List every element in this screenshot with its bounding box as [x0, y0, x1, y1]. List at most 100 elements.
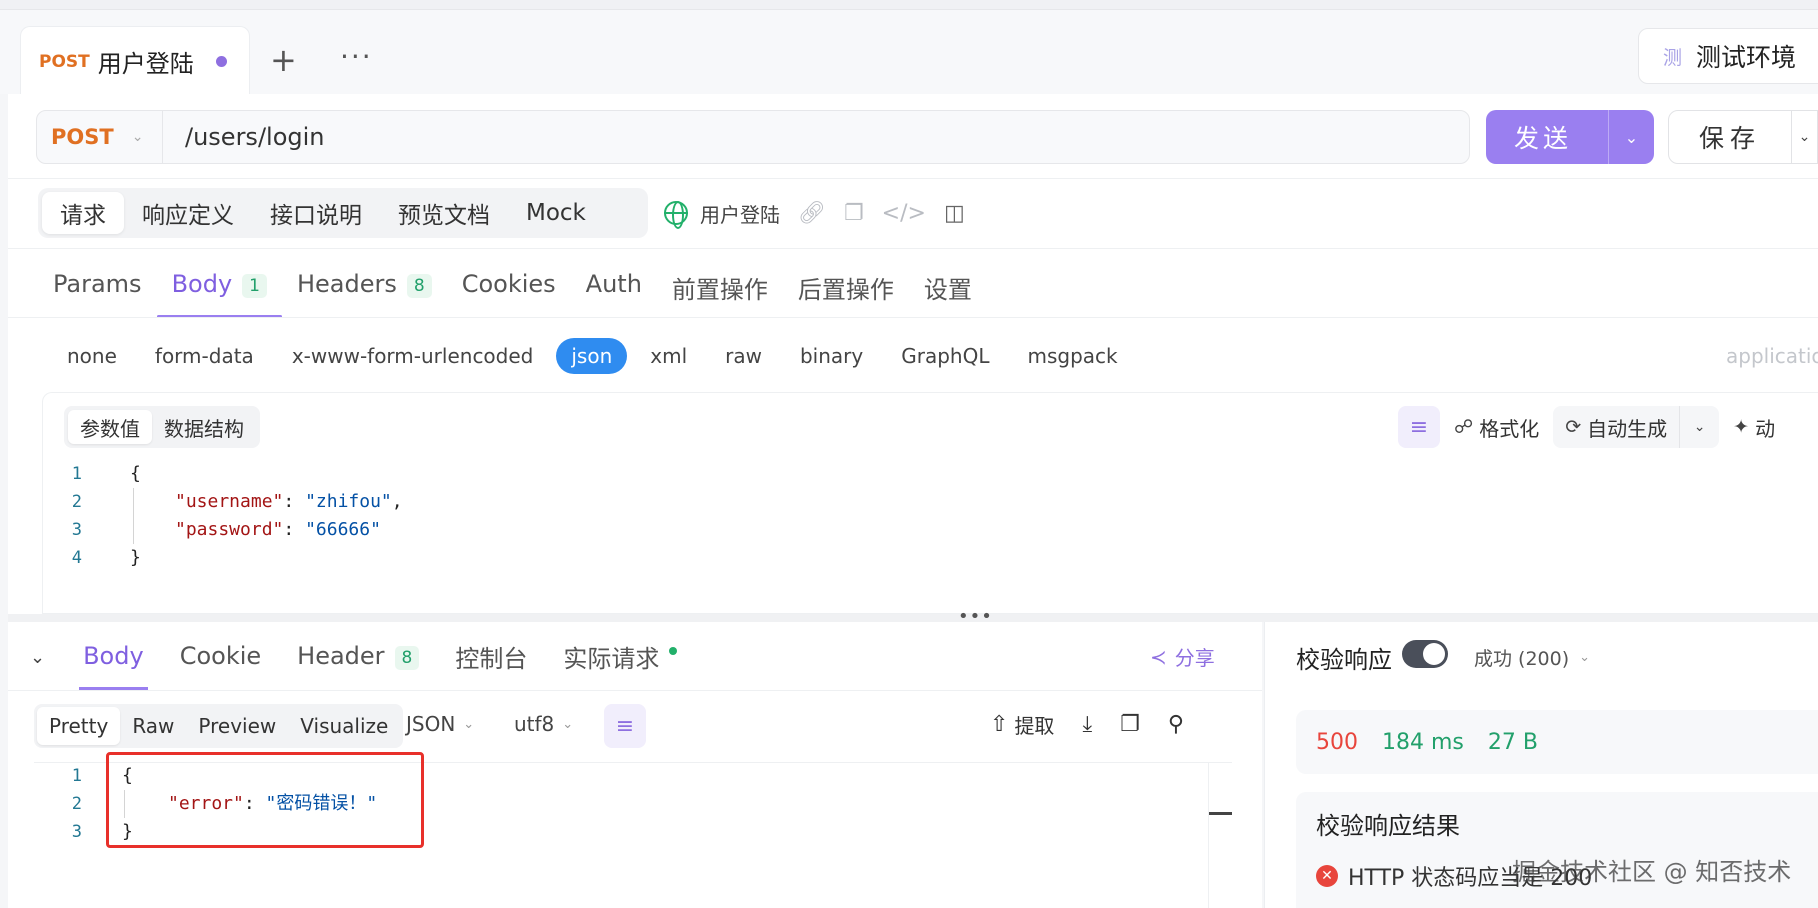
editor-toolbar: ≡ ☍ 格式化 ⟳ 自动生成 ⌄ ✦ 动: [1398, 406, 1775, 448]
method-value: POST: [51, 125, 114, 149]
autogen-button[interactable]: ⟳ 自动生成 ⌄: [1553, 406, 1720, 448]
verify-toggle[interactable]: [1402, 640, 1448, 668]
request-tabs: Params Body 1 Headers 8 Cookies Auth 前置操作 …: [38, 262, 987, 318]
view-tabs: 请求 响应定义 接口说明 预览文档 Mock: [38, 188, 648, 238]
verify-label: 校验响应: [1296, 646, 1392, 674]
format-pretty[interactable]: Pretty: [37, 707, 121, 745]
content-type-hint: applicatio: [1726, 344, 1818, 368]
save-label: 保存: [1699, 124, 1762, 153]
chevron-down-icon: ⌄: [463, 716, 475, 732]
status-dot-icon: [669, 647, 678, 655]
method-select[interactable]: POST ⌄: [37, 111, 163, 163]
body-type-none[interactable]: none: [52, 338, 132, 374]
annotation-highlight-box: [106, 752, 424, 848]
scroll-position-marker: [1209, 812, 1232, 815]
line-number: 3: [71, 520, 82, 540]
search-icon[interactable]: ⚲: [1168, 712, 1184, 737]
url-input[interactable]: [163, 111, 1469, 163]
env-badge: 测: [1663, 46, 1683, 69]
tab-user-login[interactable]: POST 用户登陆: [20, 26, 250, 96]
extract-button[interactable]: ⇧ 提取: [990, 710, 1054, 739]
verify-status-select[interactable]: 成功 (200) ⌄: [1474, 644, 1590, 671]
code-line: "username": "zhifou",: [175, 491, 403, 512]
view-tab-mock[interactable]: Mock: [508, 192, 604, 234]
chevron-down-icon[interactable]: ⌄: [1679, 406, 1719, 448]
body-type-xml[interactable]: xml: [635, 338, 702, 374]
format-visualize[interactable]: Visualize: [288, 707, 400, 745]
body-type-binary[interactable]: binary: [785, 338, 878, 374]
response-time: 184 ms: [1382, 729, 1464, 755]
format-preview[interactable]: Preview: [186, 707, 288, 745]
body-type-raw[interactable]: raw: [710, 338, 777, 374]
count-badge: 8: [394, 646, 420, 670]
tab-body[interactable]: Body 1: [156, 262, 283, 318]
download-icon[interactable]: ⤓: [1082, 712, 1092, 737]
body-type-form-data[interactable]: form-data: [140, 338, 269, 374]
send-label: 发送: [1514, 124, 1573, 153]
resp-tab-actual-request[interactable]: 实际请求: [545, 622, 695, 690]
chevron-down-icon: ⌄: [562, 716, 574, 732]
chevron-down-icon[interactable]: ⌄: [1608, 110, 1654, 164]
encoding-select[interactable]: utf8 ⌄: [514, 712, 573, 736]
response-tabs: ⌄ Body Cookie Header 8 控制台 实际请求: [30, 622, 695, 690]
api-name[interactable]: 用户登陆: [700, 199, 780, 228]
chevron-down-icon[interactable]: ⌄: [1791, 111, 1817, 163]
body-type-urlencoded[interactable]: x-www-form-urlencoded: [277, 338, 549, 374]
editor-mode-toggle: 参数值 数据结构: [64, 406, 260, 448]
mode-schema[interactable]: 数据结构: [152, 410, 256, 444]
view-tab-preview[interactable]: 预览文档: [380, 192, 508, 234]
resp-tab-header[interactable]: Header 8: [279, 622, 437, 690]
wrap-lines-icon[interactable]: ≡: [604, 704, 646, 748]
code-icon[interactable]: </>: [882, 201, 926, 226]
lang-select[interactable]: JSON ⌄: [406, 712, 474, 736]
resp-tab-cookie[interactable]: Cookie: [162, 622, 279, 690]
line-number: 1: [71, 464, 82, 484]
copy-icon[interactable]: ❐: [844, 201, 864, 226]
mode-values[interactable]: 参数值: [68, 410, 152, 444]
resp-tab-console[interactable]: 控制台: [437, 622, 545, 690]
tab-headers[interactable]: Headers 8: [282, 262, 447, 318]
tab-params[interactable]: Params: [38, 262, 157, 318]
tab-post-actions[interactable]: 后置操作: [783, 262, 909, 318]
body-type-json[interactable]: json: [556, 338, 628, 374]
sidebar-toggle-icon[interactable]: ◫: [944, 201, 965, 226]
format-button[interactable]: ☍ 格式化: [1454, 413, 1539, 442]
pane-splitter[interactable]: [8, 614, 1818, 622]
format-raw[interactable]: Raw: [120, 707, 186, 745]
env-name: 测试环境: [1696, 43, 1797, 72]
view-tab-response-def[interactable]: 响应定义: [124, 192, 252, 234]
response-toolbar: ⇧ 提取 ⤓ ❐ ⚲: [990, 710, 1184, 739]
count-badge: 1: [242, 274, 267, 298]
api-meta: 用户登陆 🔗︎ ❐ </> ◫: [664, 196, 965, 230]
copy-icon[interactable]: ❐: [1120, 712, 1140, 737]
error-icon: ✕: [1316, 865, 1338, 887]
body-type-graphql[interactable]: GraphQL: [886, 338, 1004, 374]
tab-auth[interactable]: Auth: [571, 262, 657, 318]
divider: [8, 690, 1262, 691]
vertical-scrollbar[interactable]: [1208, 762, 1232, 908]
tab-cookies[interactable]: Cookies: [447, 262, 571, 318]
view-tab-api-doc[interactable]: 接口说明: [252, 192, 380, 234]
line-number: 2: [71, 794, 82, 814]
magic-wand-icon: ✦: [1733, 416, 1750, 438]
view-tab-request[interactable]: 请求: [42, 192, 124, 234]
add-tab-button[interactable]: +: [270, 44, 297, 76]
globe-icon: [664, 201, 688, 229]
collapse-chevron-icon[interactable]: ⌄: [30, 647, 45, 668]
save-button[interactable]: 保存 ⌄: [1668, 110, 1818, 164]
tab-settings[interactable]: 设置: [909, 262, 987, 318]
send-button[interactable]: 发送 ⌄: [1486, 110, 1654, 164]
share-button[interactable]: ≺ 分享: [1150, 642, 1215, 671]
url-bar: POST ⌄: [36, 110, 1470, 164]
link-icon[interactable]: 🔗︎: [798, 201, 826, 226]
tab-title: 用户登陆: [97, 50, 194, 78]
body-type-msgpack[interactable]: msgpack: [1012, 338, 1132, 374]
more-tabs-button[interactable]: ···: [340, 40, 373, 73]
wrap-lines-icon[interactable]: ≡: [1398, 406, 1440, 448]
tab-pre-actions[interactable]: 前置操作: [657, 262, 783, 318]
dynamic-value-button[interactable]: ✦ 动: [1733, 413, 1775, 442]
code-line: {: [130, 463, 141, 484]
code-line: "password": "66666": [175, 519, 381, 540]
resp-tab-body[interactable]: Body: [65, 622, 162, 690]
environment-selector[interactable]: 测 测试环境: [1638, 28, 1818, 84]
